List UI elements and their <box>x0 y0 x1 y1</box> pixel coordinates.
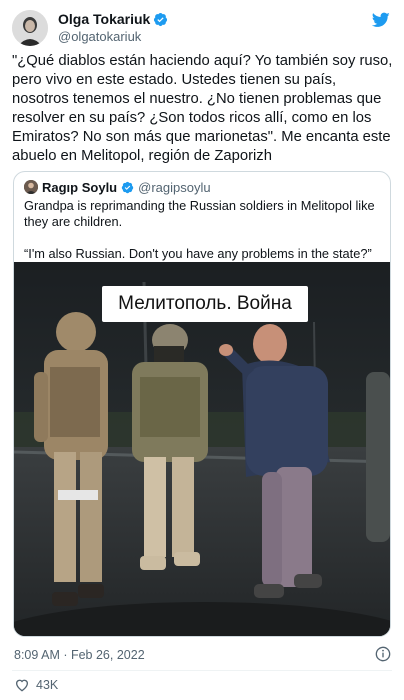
quoted-display-name: Ragıp Soylu <box>42 179 118 195</box>
info-icon[interactable] <box>375 646 391 662</box>
tweet-timestamp[interactable]: 8:09 AM · Feb 26, 2022 <box>14 648 145 662</box>
author-display-name-text[interactable]: Olga Tokariuk <box>58 11 150 28</box>
quoted-handle: @ragipsoylu <box>138 179 211 195</box>
verified-badge-icon <box>121 181 134 194</box>
tweet-text: "¿Qué diablos están haciendo aquí? Yo ta… <box>12 53 393 164</box>
quoted-text-paragraph-2: “I'm also Russian. Don't you have any pr… <box>24 246 372 261</box>
twitter-bird-icon[interactable] <box>372 12 390 28</box>
quoted-text-paragraph-1: Grandpa is reprimanding the Russian sold… <box>24 198 375 229</box>
tweet-header: Olga Tokariuk @olgatokariuk <box>12 10 392 46</box>
avatar[interactable] <box>12 10 48 46</box>
author-names: Olga Tokariuk @olgatokariuk <box>58 11 168 45</box>
heart-icon[interactable] <box>14 677 30 693</box>
quoted-tweet[interactable]: Ragıp Soylu @ragipsoylu Grandpa is repri… <box>13 171 391 637</box>
video-caption: Мелитополь. Война <box>102 286 308 322</box>
divider <box>12 670 392 671</box>
video-media[interactable]: Мелитополь. Война <box>14 262 390 636</box>
quoted-avatar <box>24 180 38 194</box>
quoted-tweet-header: Ragıp Soylu @ragipsoylu <box>24 179 211 195</box>
tweet-card: Olga Tokariuk @olgatokariuk "¿Qué diablo… <box>0 0 404 700</box>
author-handle[interactable]: @olgatokariuk <box>58 28 168 45</box>
like-action[interactable]: 43K <box>14 677 58 693</box>
author-display-name[interactable]: Olga Tokariuk <box>58 11 168 28</box>
like-count: 43K <box>36 678 59 692</box>
verified-badge-icon <box>153 12 168 27</box>
